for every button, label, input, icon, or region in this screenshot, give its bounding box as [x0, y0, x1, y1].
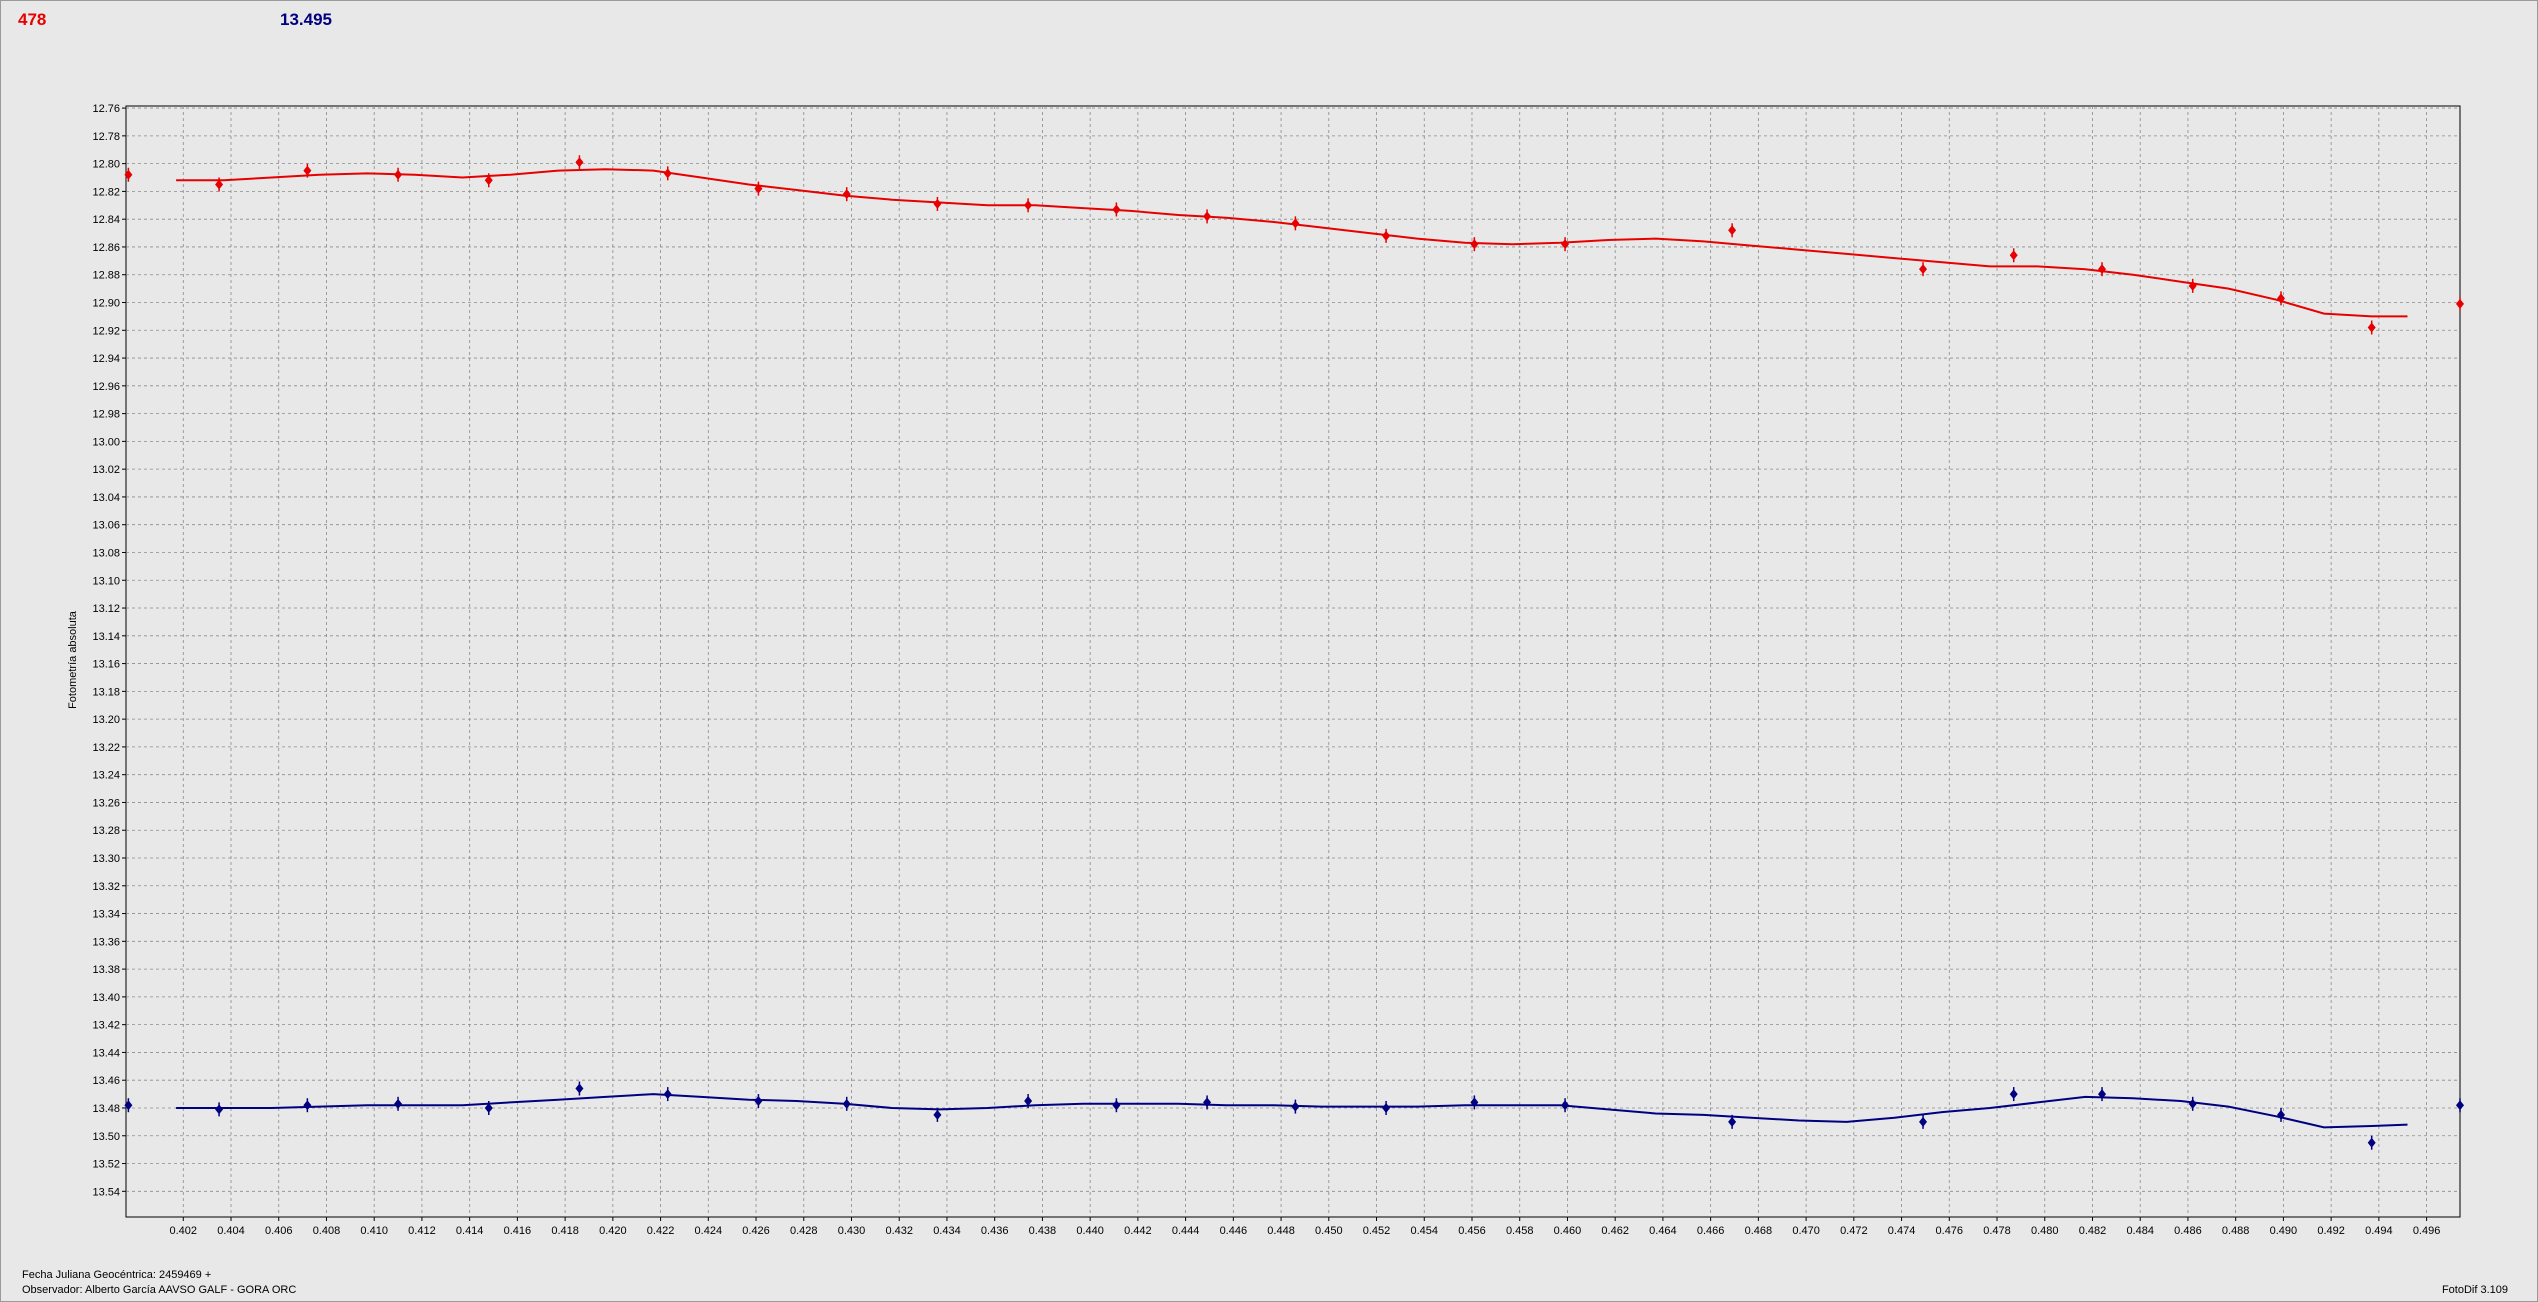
y-tick-label: 13.42: [92, 1020, 120, 1032]
y-tick-label: 13.48: [92, 1103, 120, 1115]
x-tick-label: 0.444: [1172, 1225, 1200, 1237]
x-tick-label: 0.404: [217, 1225, 245, 1237]
x-tick-label: 0.452: [1363, 1225, 1391, 1237]
x-tick-label: 0.458: [1506, 1225, 1534, 1237]
x-tick-label: 0.424: [695, 1225, 723, 1237]
y-tick-label: 12.90: [92, 298, 120, 310]
y-tick-label: 13.12: [92, 603, 120, 615]
x-tick-label: 0.490: [2270, 1225, 2298, 1237]
y-tick-label: 13.52: [92, 1159, 120, 1171]
x-tick-label: 0.496: [2413, 1225, 2441, 1237]
x-tick-label: 0.468: [1745, 1225, 1773, 1237]
x-tick-label: 0.480: [2031, 1225, 2059, 1237]
x-tick-label: 0.484: [2126, 1225, 2154, 1237]
x-tick-label: 0.430: [838, 1225, 866, 1237]
x-tick-label: 0.448: [1267, 1225, 1295, 1237]
x-tick-label: 0.432: [885, 1225, 913, 1237]
x-tick-label: 0.428: [790, 1225, 818, 1237]
y-tick-label: 12.96: [92, 381, 120, 393]
y-tick-label: 13.38: [92, 964, 120, 976]
y-tick-label: 13.08: [92, 547, 120, 559]
x-tick-label: 0.412: [408, 1225, 436, 1237]
x-tick-label: 0.408: [313, 1225, 341, 1237]
y-tick-label: 13.16: [92, 659, 120, 671]
y-tick-label: 12.80: [92, 159, 120, 171]
y-tick-label: 13.06: [92, 520, 120, 532]
x-tick-label: 0.494: [2365, 1225, 2393, 1237]
y-tick-label: 13.46: [92, 1075, 120, 1087]
y-tick-label: 12.94: [92, 353, 120, 365]
y-tick-label: 13.50: [92, 1131, 120, 1143]
y-tick-label: 13.20: [92, 714, 120, 726]
y-axis-label: Fotometría absoluta: [67, 610, 79, 709]
x-tick-label: 0.466: [1697, 1225, 1725, 1237]
footer-version: FotoDif 3.109: [2441, 1284, 2508, 1296]
x-tick-label: 0.464: [1649, 1225, 1677, 1237]
y-tick-label: 12.92: [92, 325, 120, 337]
x-tick-label: 0.440: [1076, 1225, 1104, 1237]
y-tick-label: 12.86: [92, 242, 120, 254]
x-tick-label: 0.406: [265, 1225, 293, 1237]
y-tick-label: 13.24: [92, 770, 120, 782]
x-tick-label: 0.460: [1554, 1225, 1582, 1237]
y-tick-label: 13.54: [92, 1186, 120, 1198]
x-tick-label: 0.402: [170, 1225, 198, 1237]
x-tick-labels: 0.402 0.404 0.406 0.408 0.410 0.412 0.414 0.416…: [170, 1225, 2441, 1237]
light-curve-chart[interactable]: 12.76 12.78 12.80 12.82 12.84 12.86 12.88 12.90…: [0, 0, 2538, 1302]
y-tick-label: 13.26: [92, 797, 120, 809]
y-tick-label: 13.00: [92, 436, 120, 448]
y-tick-label: 13.30: [92, 853, 120, 865]
x-tick-label: 0.426: [742, 1225, 770, 1237]
x-tick-label: 0.492: [2317, 1225, 2345, 1237]
y-tick-label: 12.82: [92, 186, 120, 198]
y-tick-label: 13.02: [92, 464, 120, 476]
x-tick-label: 0.442: [1124, 1225, 1152, 1237]
x-tick-label: 0.418: [551, 1225, 579, 1237]
x-tick-label: 0.422: [647, 1225, 675, 1237]
x-tick-label: 0.438: [1029, 1225, 1057, 1237]
x-tick-label: 0.470: [1792, 1225, 1820, 1237]
y-tick-label: 12.76: [92, 103, 120, 115]
y-tick-label: 13.22: [92, 742, 120, 754]
y-tick-label: 13.40: [92, 992, 120, 1004]
x-tick-label: 0.456: [1458, 1225, 1486, 1237]
y-tick-label: 12.84: [92, 214, 120, 226]
y-tick-label: 12.78: [92, 131, 120, 143]
x-tick-label: 0.416: [504, 1225, 532, 1237]
x-tick-label: 0.476: [1936, 1225, 1964, 1237]
y-tick-label: 13.28: [92, 825, 120, 837]
x-tick-label: 0.454: [1410, 1225, 1438, 1237]
y-tick-label: 12.88: [92, 270, 120, 282]
y-tick-label: 13.18: [92, 686, 120, 698]
y-tick-label: 13.44: [92, 1047, 120, 1059]
x-tick-label: 0.434: [933, 1225, 961, 1237]
x-tick-label: 0.482: [2079, 1225, 2107, 1237]
x-tick-label: 0.446: [1220, 1225, 1248, 1237]
y-tick-label: 13.14: [92, 631, 120, 643]
y-tick-label: 13.04: [92, 492, 120, 504]
y-tick-label: 12.98: [92, 409, 120, 421]
y-tick-label: 13.10: [92, 575, 120, 587]
x-tick-label: 0.436: [981, 1225, 1009, 1237]
x-tick-label: 0.450: [1315, 1225, 1343, 1237]
x-tick-label: 0.488: [2222, 1225, 2250, 1237]
x-tick-label: 0.478: [1983, 1225, 2011, 1237]
x-tick-label: 0.462: [1601, 1225, 1629, 1237]
y-tick-labels: 12.76 12.78 12.80 12.82 12.84 12.86 12.88 12.90…: [92, 103, 120, 1198]
x-tick-label: 0.414: [456, 1225, 484, 1237]
x-tick-label: 0.472: [1840, 1225, 1868, 1237]
y-tick-label: 13.36: [92, 936, 120, 948]
y-tick-label: 13.34: [92, 909, 120, 921]
footer-julian-date: Fecha Juliana Geocéntrica: 2459469 +: [22, 1269, 212, 1281]
x-tick-label: 0.486: [2174, 1225, 2202, 1237]
x-tick-label: 0.410: [360, 1225, 388, 1237]
x-tick-label: 0.474: [1888, 1225, 1916, 1237]
footer-observer: Observador: Alberto García AAVSO GALF - …: [22, 1284, 297, 1296]
y-tick-label: 13.32: [92, 881, 120, 893]
x-tick-label: 0.420: [599, 1225, 627, 1237]
